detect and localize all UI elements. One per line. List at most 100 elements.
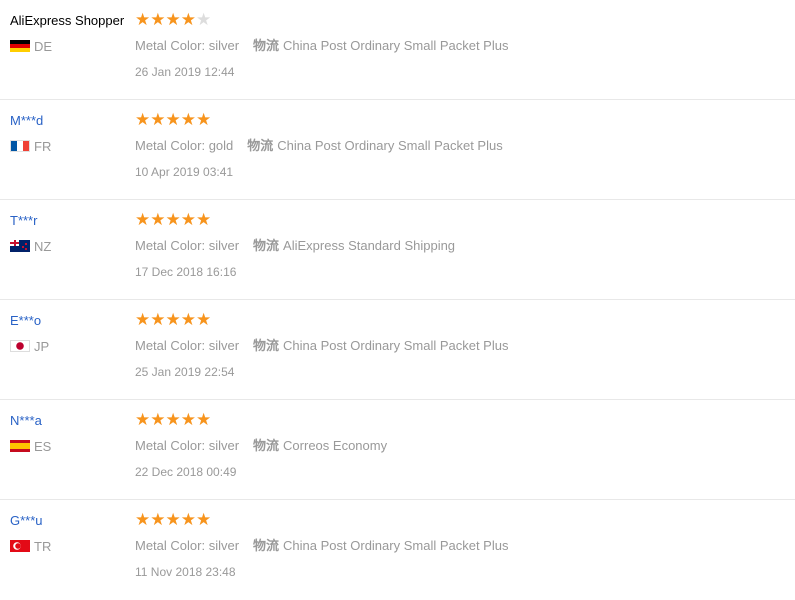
star-icon: ★ — [150, 410, 166, 429]
star-icon: ★ — [135, 410, 151, 429]
logistics-label: 物流 — [253, 538, 280, 553]
review-attributes: Metal Color: silver 物流 China Post Ordinary… — [135, 335, 508, 354]
review-date: 11 Nov 2018 23:48 — [135, 565, 236, 579]
review-date: 22 Dec 2018 00:49 — [135, 465, 237, 479]
logistics-label: 物流 — [253, 38, 280, 53]
review-item: N***a ES ★★★★★ Metal Color: silver 物流 Corr… — [0, 400, 795, 500]
spain-flag-icon — [10, 440, 30, 452]
star-icon: ★ — [196, 410, 212, 429]
shipping-method: Correos Economy — [283, 438, 388, 453]
star-icon: ★ — [180, 410, 196, 429]
country-code: FR — [34, 139, 52, 154]
review-attributes: Metal Color: silver 物流 China Post Ordinary… — [135, 535, 508, 554]
reviewer-name[interactable]: G***u — [10, 513, 43, 528]
reviewer-country: DE — [10, 39, 52, 54]
star-icon: ★ — [150, 510, 166, 529]
flag-canton — [10, 240, 19, 246]
review-item: M***d FR ★★★★★ Metal Color: gold 物流 China … — [0, 100, 795, 200]
star-rating: ★★★★★ — [135, 410, 211, 430]
star-icon: ★ — [180, 510, 196, 529]
country-code: DE — [34, 39, 53, 54]
review-item: T***r NZ ★★★★★ Metal Color: silver 物流 AliE… — [0, 200, 795, 300]
star-icon: ★ — [165, 310, 181, 329]
reviewer-name[interactable]: M***d — [10, 113, 43, 128]
reviewer-country: JP — [10, 339, 49, 354]
star-rating: ★★★★★ — [135, 10, 211, 30]
review-item: E***o JP ★★★★★ Metal Color: silver 物流 Chin… — [0, 300, 795, 400]
country-code: JP — [34, 339, 50, 354]
star-icon: ★ — [135, 10, 151, 29]
reviewer-name[interactable]: E***o — [10, 313, 41, 328]
logistics-label: 物流 — [253, 438, 280, 453]
logistics-label: 物流 — [253, 338, 280, 353]
reviewer-name[interactable]: T***r — [10, 213, 37, 228]
reviewer-country: ES — [10, 439, 51, 454]
metal-color: Metal Color: gold — [135, 138, 234, 153]
star-icon: ★ — [135, 110, 151, 129]
star-icon: ★ — [196, 210, 212, 229]
review-date: 25 Jan 2019 22:54 — [135, 365, 235, 379]
star-icon: ★ — [180, 310, 196, 329]
reviewer-country: FR — [10, 139, 51, 154]
review-date: 17 Dec 2018 16:16 — [135, 265, 237, 279]
shipping-method: AliExpress Standard Shipping — [283, 238, 456, 253]
flag-star — [25, 248, 27, 250]
star-icon: ★ — [150, 110, 166, 129]
star-icon: ★ — [180, 10, 196, 29]
reviewer-name[interactable]: N***a — [10, 413, 42, 428]
review-item: AliExpress Shopper DE ★★★★★ Metal Color:… — [0, 0, 795, 100]
review-attributes: Metal Color: silver 物流 Correos Economy — [135, 435, 387, 454]
star-rating: ★★★★★ — [135, 310, 211, 330]
star-icon: ★ — [165, 210, 181, 229]
new-zealand-flag-icon — [10, 240, 30, 252]
star-icon: ★ — [165, 10, 181, 29]
star-icon: ★ — [165, 110, 181, 129]
review-date: 10 Apr 2019 03:41 — [135, 165, 234, 179]
review-attributes: Metal Color: gold 物流 China Post Ordinary S… — [135, 135, 503, 154]
star-rating: ★★★★★ — [135, 110, 211, 130]
metal-color: Metal Color: silver — [135, 338, 240, 353]
star-rating: ★★★★★ — [135, 510, 211, 530]
star-icon: ★ — [196, 110, 212, 129]
country-code: NZ — [34, 239, 52, 254]
star-empty-icon: ★ — [196, 10, 212, 29]
flag-star — [22, 246, 24, 248]
star-icon: ★ — [165, 510, 181, 529]
turkey-flag-icon — [10, 540, 30, 552]
star-icon: ★ — [135, 310, 151, 329]
star-icon: ★ — [150, 210, 166, 229]
country-code: TR — [34, 539, 52, 554]
shipping-method: China Post Ordinary Small Packet Plus — [283, 38, 509, 53]
shipping-method: China Post Ordinary Small Packet Plus — [283, 538, 509, 553]
flag-star — [25, 243, 27, 245]
review-attributes: Metal Color: silver 物流 AliExpress Standard… — [135, 235, 455, 254]
shipping-method: China Post Ordinary Small Packet Plus — [277, 138, 503, 153]
reviewer-country: TR — [10, 539, 51, 554]
star-icon: ★ — [196, 510, 212, 529]
shipping-method: China Post Ordinary Small Packet Plus — [283, 338, 509, 353]
metal-color: Metal Color: silver — [135, 438, 240, 453]
star-icon: ★ — [165, 410, 181, 429]
metal-color: Metal Color: silver — [135, 38, 240, 53]
metal-color: Metal Color: silver — [135, 538, 240, 553]
logistics-label: 物流 — [253, 238, 280, 253]
metal-color: Metal Color: silver — [135, 238, 240, 253]
review-item: G***u TR ★★★★★ Metal Color: silver 物流 Chin… — [0, 500, 795, 600]
france-flag-icon — [10, 140, 30, 152]
reviewer-country: NZ — [10, 239, 51, 254]
star-icon: ★ — [150, 310, 166, 329]
germany-flag-icon — [10, 40, 30, 52]
japan-flag-icon — [10, 340, 30, 352]
star-icon: ★ — [135, 510, 151, 529]
star-icon: ★ — [196, 310, 212, 329]
star-icon: ★ — [180, 210, 196, 229]
star-rating: ★★★★★ — [135, 210, 211, 230]
review-attributes: Metal Color: silver 物流 China Post Ordinary… — [135, 35, 508, 54]
country-code: ES — [34, 439, 52, 454]
star-icon: ★ — [135, 210, 151, 229]
star-icon: ★ — [150, 10, 166, 29]
reviewer-name: AliExpress Shopper — [10, 13, 125, 28]
star-icon: ★ — [180, 110, 196, 129]
logistics-label: 物流 — [247, 138, 274, 153]
review-list: AliExpress Shopper DE ★★★★★ Metal Color:… — [0, 0, 795, 600]
